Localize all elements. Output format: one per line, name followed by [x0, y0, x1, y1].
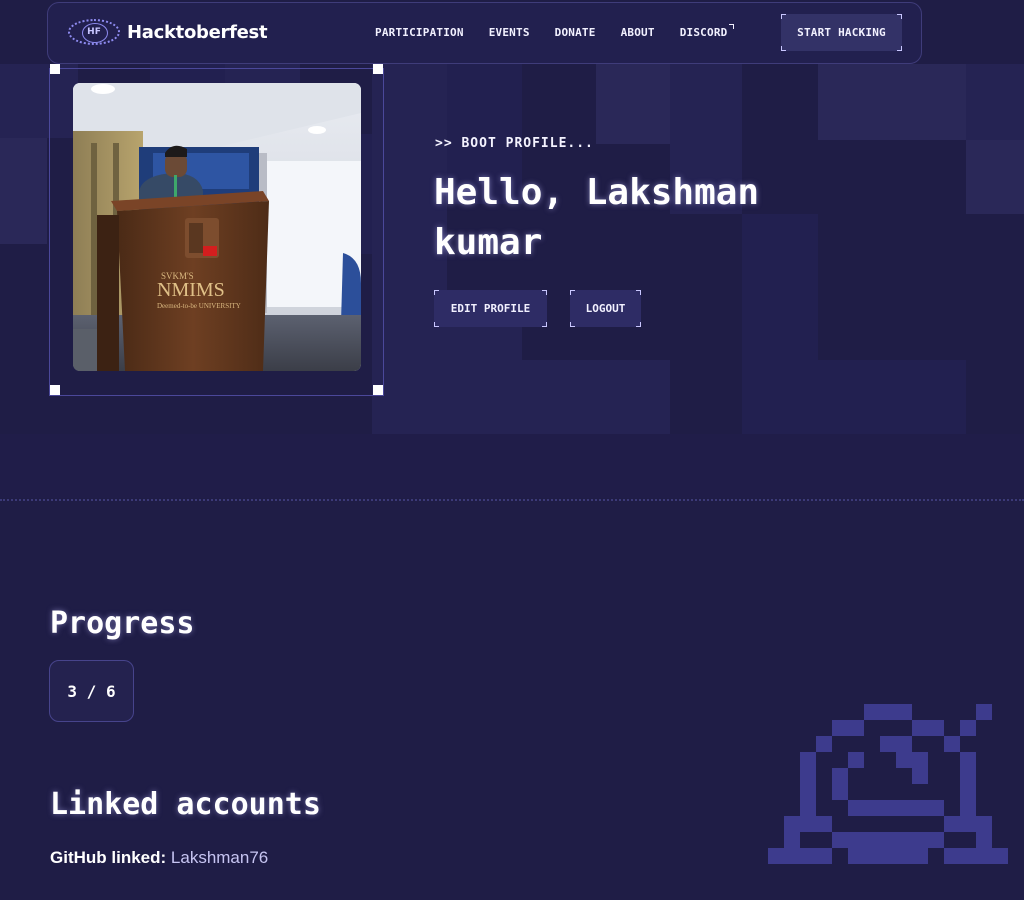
external-link-icon — [729, 24, 735, 29]
start-hacking-label: START HACKING — [797, 26, 886, 39]
edit-profile-button[interactable]: EDIT PROFILE — [434, 290, 547, 327]
frame-corner-handle — [373, 64, 383, 74]
svg-text:Deemed-to-be UNIVERSITY: Deemed-to-be UNIVERSITY — [157, 302, 241, 310]
boot-profile-text: >> BOOT PROFILE... — [435, 136, 594, 151]
progress-heading: Progress — [50, 606, 195, 641]
greeting-heading: Hello, Lakshman kumar — [434, 172, 760, 263]
progress-count-badge: 3 / 6 — [49, 660, 134, 722]
logo-badge-text: HF — [87, 27, 101, 37]
logout-label: LOGOUT — [585, 302, 626, 315]
globe-logo-icon: HF — [68, 19, 120, 45]
section-divider — [0, 499, 1024, 501]
nav-link-discord[interactable]: DISCORD — [679, 24, 735, 39]
nav-link-events[interactable]: EVENTS — [489, 26, 530, 39]
nav-link-discord-label: DISCORD — [679, 26, 728, 39]
profile-photo: SVKM'S NMIMS Deemed-to-be UNIVERSITY — [73, 83, 361, 371]
nav-link-participation[interactable]: PARTICIPATION — [375, 26, 464, 39]
nav-link-about[interactable]: ABOUT — [621, 26, 655, 39]
frame-corner-handle — [50, 385, 60, 395]
brand-name: Hacktoberfest — [127, 21, 268, 43]
brand-logo[interactable]: HF Hacktoberfest — [68, 19, 268, 45]
page: HF Hacktoberfest PARTICIPATION EVENTS DO… — [0, 0, 1024, 900]
start-hacking-button[interactable]: START HACKING — [781, 14, 902, 51]
svg-text:NMIMS: NMIMS — [157, 279, 225, 301]
linked-accounts-heading: Linked accounts — [50, 787, 321, 822]
logout-button[interactable]: LOGOUT — [570, 290, 641, 327]
nav-link-donate[interactable]: DONATE — [555, 26, 596, 39]
profile-photo-image: SVKM'S NMIMS Deemed-to-be UNIVERSITY — [73, 83, 361, 371]
frame-corner-handle — [50, 64, 60, 74]
pixel-robot-icon — [768, 704, 1008, 864]
frame-corner-handle — [373, 385, 383, 395]
github-username: Lakshman76 — [170, 848, 269, 867]
nav-links: PARTICIPATION EVENTS DONATE ABOUT DISCOR… — [375, 24, 752, 39]
github-linked-row: GitHub linked: Lakshman76 — [50, 848, 268, 868]
edit-profile-label: EDIT PROFILE — [450, 302, 531, 315]
top-navbar: HF Hacktoberfest PARTICIPATION EVENTS DO… — [47, 2, 922, 64]
github-linked-label: GitHub linked: — [50, 848, 167, 867]
